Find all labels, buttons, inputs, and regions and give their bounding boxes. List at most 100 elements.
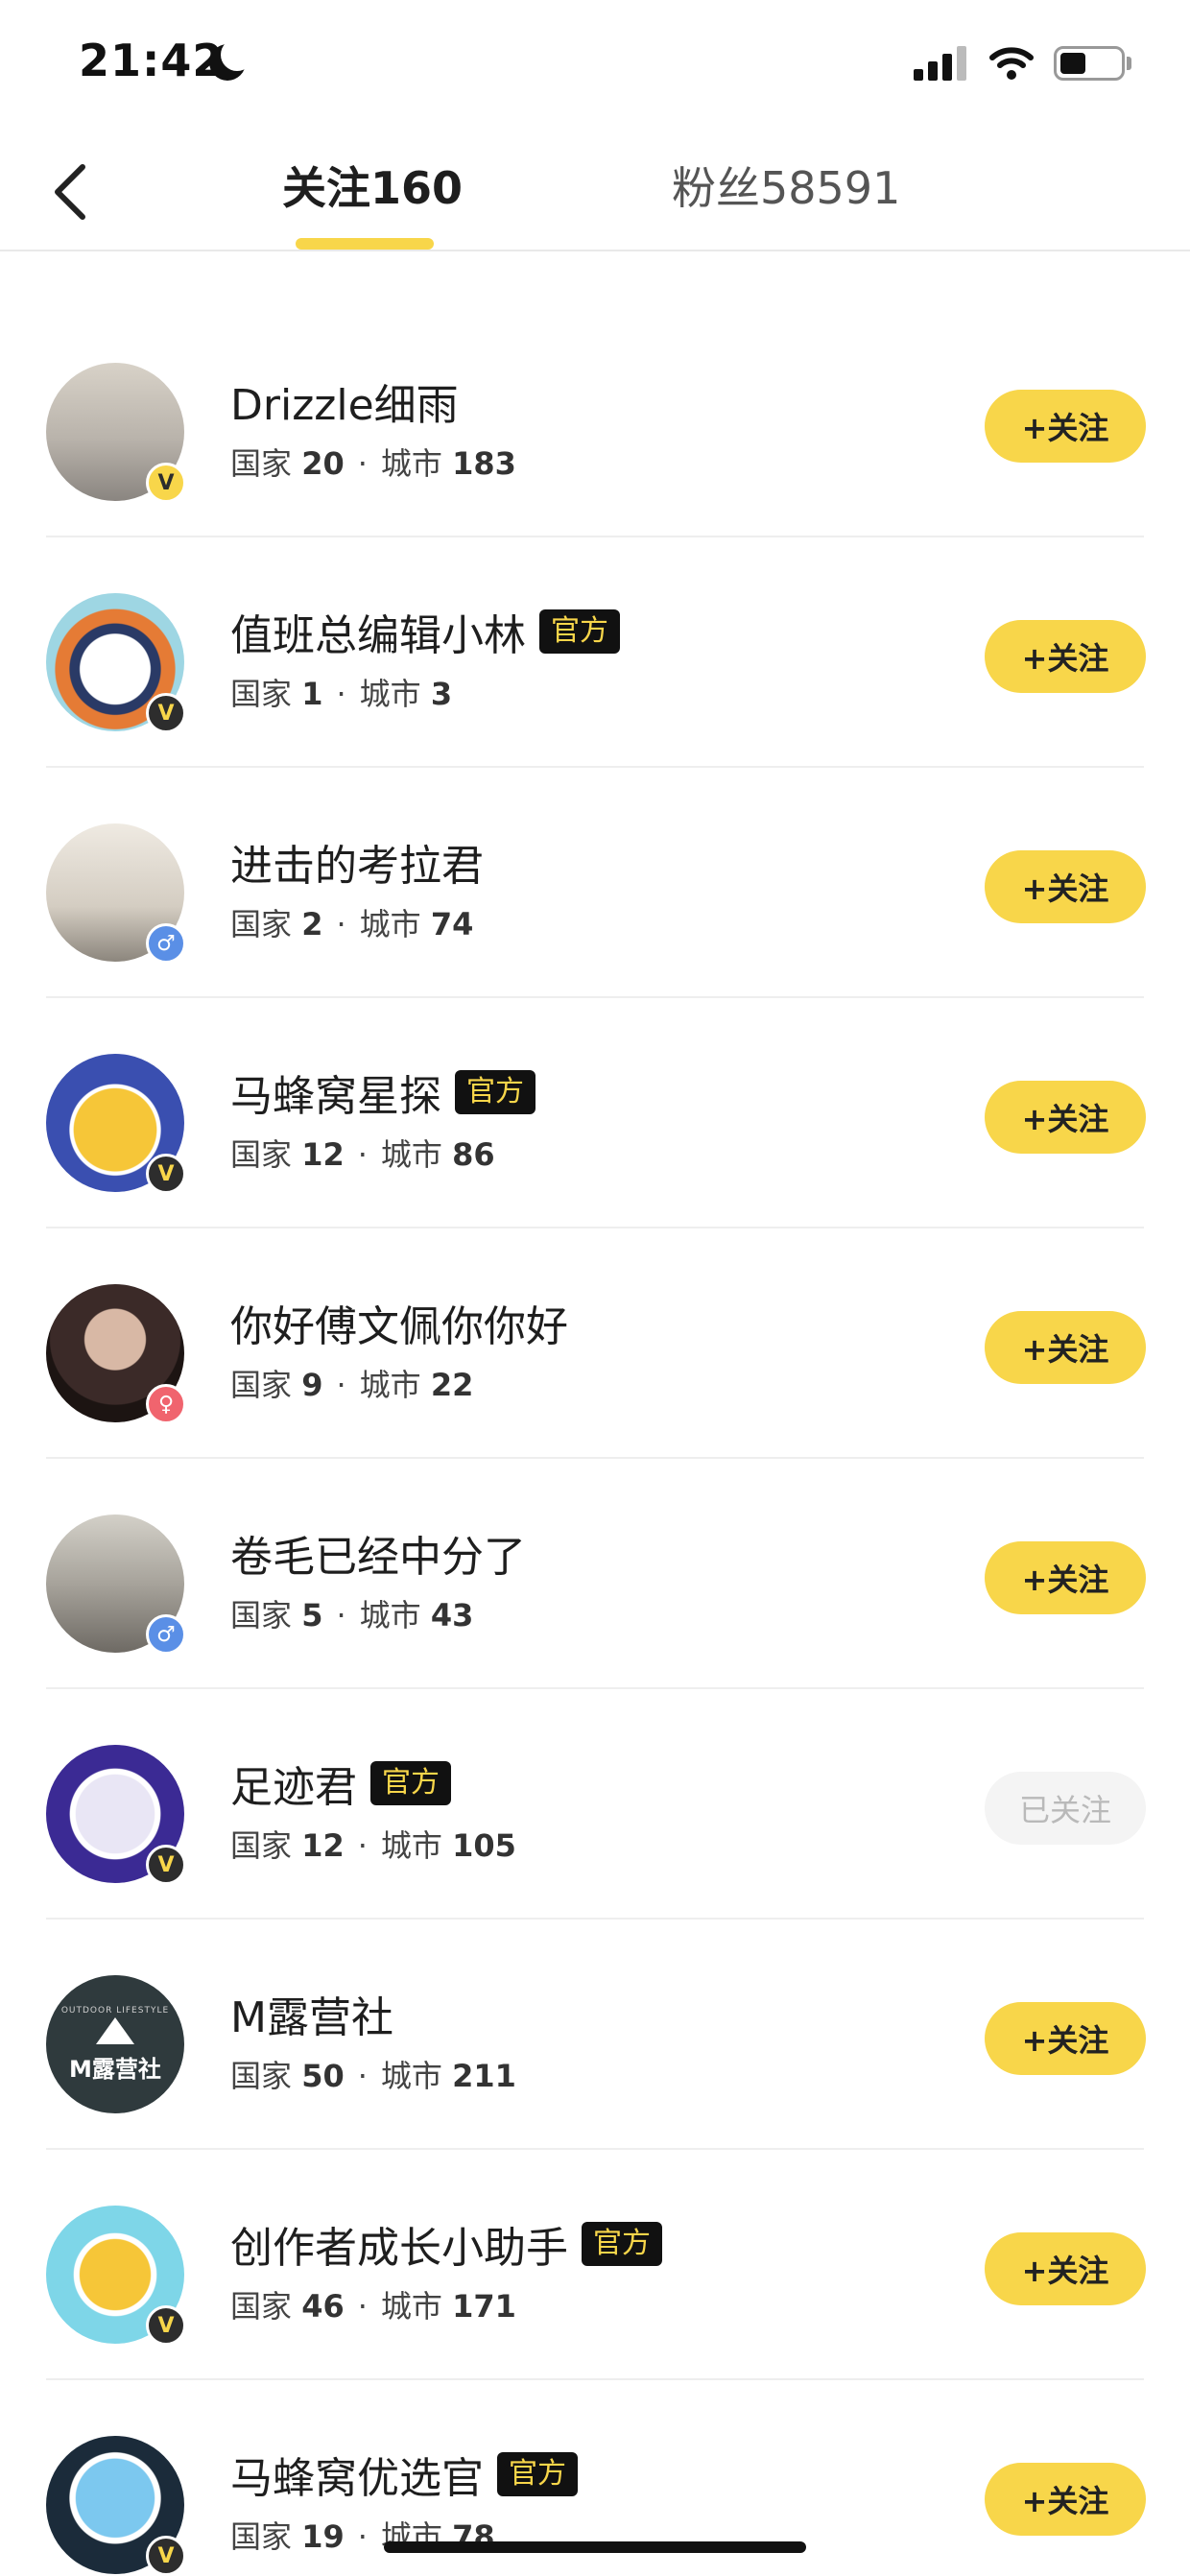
stats-separator: · [336,1597,346,1634]
user-name[interactable]: 值班总编辑小林 [230,601,526,662]
country-count: 9 [301,1367,323,1403]
user-name[interactable]: Drizzle细雨 [230,370,459,432]
follow-button[interactable]: +关注 [985,1311,1146,1384]
signal-icon [914,42,967,81]
header: 关注160 粉丝58591 [0,125,1190,251]
list-item[interactable]: ♀ 你好傅文佩你你好 国家 9 · 城市 22 +关注 [0,1228,1190,1459]
male-icon: ♂ [146,1614,186,1655]
name-line: Drizzle细雨 [230,370,459,432]
user-name[interactable]: 创作者成长小助手 [230,2213,568,2275]
followed-button[interactable]: 已关注 [985,1772,1146,1845]
verified-badge-icon: V [146,693,186,733]
city-count: 211 [452,2058,516,2094]
name-line: M露营社 [230,1983,393,2044]
stats-separator: · [357,1827,368,1864]
tab-following[interactable]: 关注160 [282,154,463,217]
avatar[interactable]: ♂ [46,1515,186,1655]
avatar[interactable]: V [46,2206,186,2346]
list-item[interactable]: ♂ 进击的考拉君国家 2 · 城市 74 +关注 [0,768,1190,998]
follow-button[interactable]: +关注 [985,620,1146,693]
active-tab-indicator [296,238,434,250]
city-label: 城市 [359,1597,421,1634]
country-count: 5 [301,1597,323,1634]
stats-separator: · [336,1367,346,1403]
name-line: 足迹君 官方 [230,1753,451,1814]
list-item[interactable]: V 马蜂窝星探 官方 国家 12 · 城市 86 +关注 [0,998,1190,1228]
follow-button[interactable]: +关注 [985,2002,1146,2075]
tent-icon [96,2016,134,2044]
city-label: 城市 [359,1367,421,1403]
user-stats: 国家 50 · 城市 211 [230,2052,516,2096]
moon-icon [209,38,253,81]
stats-separator: · [336,906,346,942]
country-count: 12 [301,1136,345,1173]
follow-button[interactable]: +关注 [985,850,1146,923]
stats-separator: · [357,445,368,482]
city-label: 城市 [380,445,442,482]
list-item[interactable]: V 创作者成长小助手 官方 国家 46 · 城市 171 +关注 [0,2150,1190,2380]
user-name[interactable]: 足迹君 [230,1753,357,1814]
name-line: 马蜂窝优选官 官方 [230,2444,578,2505]
avatar[interactable]: ♂ [46,823,186,964]
city-count: 3 [430,676,453,712]
country-label: 国家 [230,676,293,712]
list-item[interactable]: OUTDOOR LIFESTYLE M露营社 M露营社 国家 50 · 城市 211 +关注 [0,1920,1190,2150]
follow-button[interactable]: +关注 [985,2463,1146,2536]
avatar[interactable]: V [46,363,186,503]
follow-button[interactable]: +关注 [985,1541,1146,1614]
follow-button[interactable]: +关注 [985,2232,1146,2305]
name-line: 进击的考拉君 [230,831,484,893]
battery-tip [1127,57,1131,70]
user-stats: 国家 5 · 城市 43 [230,1591,473,1635]
country-label: 国家 [230,1827,293,1864]
country-label: 国家 [230,445,293,482]
city-label: 城市 [380,1827,442,1864]
country-count: 20 [301,445,345,482]
avatar[interactable]: V [46,2436,186,2576]
user-stats: 国家 1 · 城市 3 [230,670,452,714]
user-stats: 国家 2 · 城市 74 [230,900,473,944]
city-count: 74 [430,906,474,942]
city-count: 86 [452,1136,495,1173]
avatar[interactable]: V [46,593,186,733]
city-count: 22 [430,1367,474,1403]
status-time: 21:42 [79,35,225,86]
avatar[interactable]: OUTDOOR LIFESTYLE M露营社 [46,1975,184,2113]
female-icon: ♀ [146,1384,186,1424]
user-name[interactable]: 马蜂窝星探 [230,1061,441,1123]
country-count: 12 [301,1827,345,1864]
user-name[interactable]: M露营社 [230,1983,393,2044]
wifi-icon [989,47,1034,80]
official-badge: 官方 [455,1070,536,1114]
list-item[interactable]: ♂ 卷毛已经中分了 国家 5 · 城市 43 +关注 [0,1459,1190,1689]
list-item[interactable]: V Drizzle细雨 国家 20 · 城市 183 +关注 [0,307,1190,537]
list-item[interactable]: V 值班总编辑小林 官方国家 1 · 城市 3 +关注 [0,537,1190,768]
stats-separator: · [357,1136,368,1173]
tab-fans[interactable]: 粉丝58591 [672,154,900,217]
avatar-subtext: OUTDOOR LIFESTYLE [60,2005,170,2015]
follow-button[interactable]: +关注 [985,1081,1146,1154]
avatar[interactable]: V [46,1745,186,1885]
list-item[interactable]: V 足迹君 官方国家 12 · 城市 105 已关注 [0,1689,1190,1920]
city-label: 城市 [380,2288,442,2325]
verified-badge-icon: V [146,2536,186,2576]
user-name[interactable]: 进击的考拉君 [230,831,484,893]
name-line: 值班总编辑小林 官方 [230,601,620,662]
city-label: 城市 [359,676,421,712]
country-count: 46 [301,2288,345,2325]
official-badge: 官方 [497,2452,578,2496]
country-label: 国家 [230,2288,293,2325]
city-count: 105 [452,1827,516,1864]
user-name[interactable]: 你好傅文佩你你好 [230,1292,568,1353]
verified-badge-icon: V [146,1154,186,1194]
country-count: 50 [301,2058,345,2094]
official-badge: 官方 [370,1761,451,1805]
avatar[interactable]: ♀ [46,1284,186,1424]
follow-button[interactable]: +关注 [985,390,1146,463]
avatar[interactable]: V [46,1054,186,1194]
user-name[interactable]: 卷毛已经中分了 [230,1522,526,1584]
avatar-text: M露营社 [69,2055,161,2083]
back-arrow-icon[interactable] [48,161,96,223]
stats-separator: · [357,2288,368,2325]
user-name[interactable]: 马蜂窝优选官 [230,2444,484,2505]
